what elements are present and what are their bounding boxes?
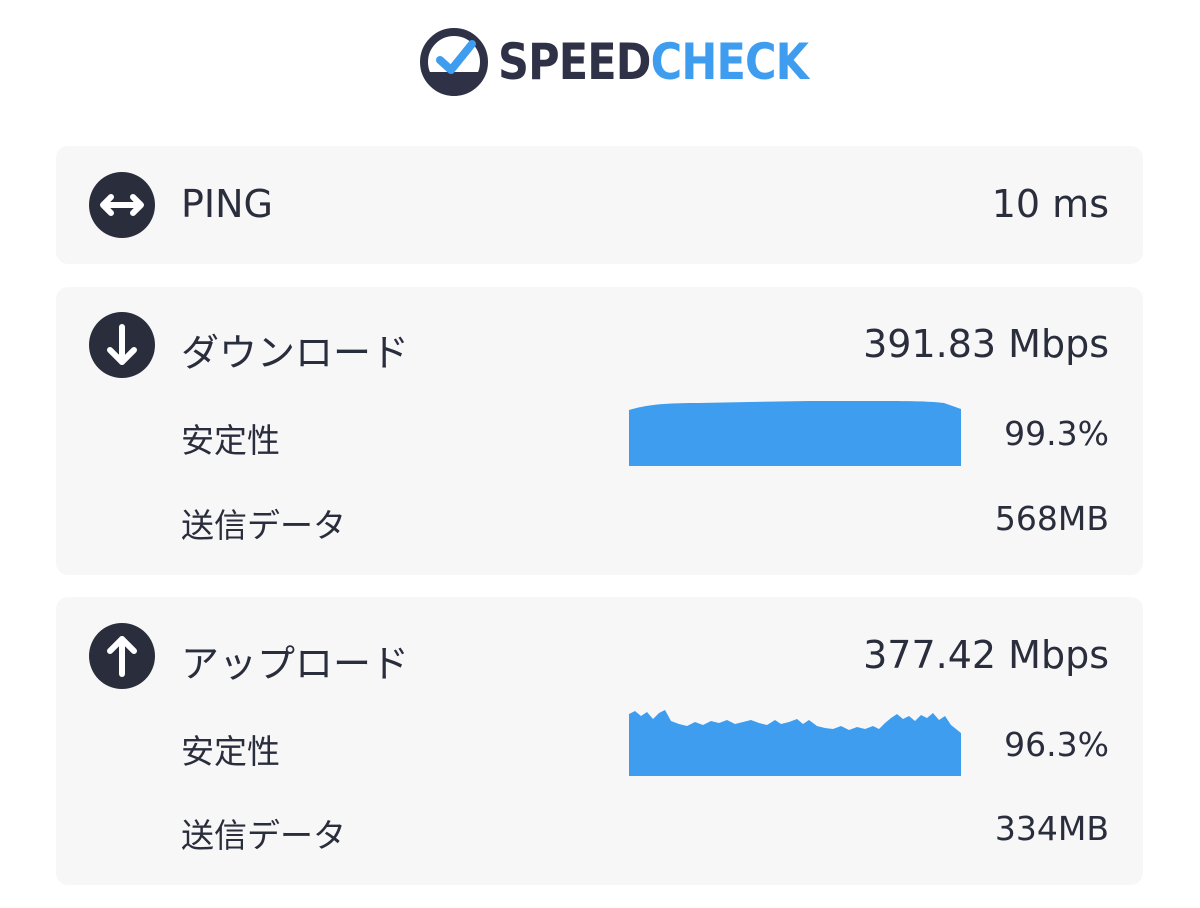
brand-name-check: CHECK (650, 33, 809, 91)
download-stability-value: 99.3% (1004, 414, 1109, 453)
ping-value: 10 ms (991, 182, 1109, 226)
speedcheck-logo-icon (420, 28, 488, 96)
upload-data-value: 334MB (994, 809, 1109, 848)
upload-label: アップロード (181, 642, 410, 686)
download-stability-graph (629, 400, 961, 466)
upload-value: 377.42 Mbps (863, 633, 1109, 677)
download-label: ダウンロード (181, 331, 410, 375)
ping-label: PING (181, 182, 273, 226)
ping-card: PING 10 ms (56, 146, 1143, 264)
upload-card: アップロード 377.42 Mbps 安定性 96.3% 送信データ 334MB (56, 597, 1143, 885)
brand-name: SPEEDCHECK (498, 28, 809, 96)
download-stability-label: 安定性 (181, 421, 280, 460)
arrow-down-icon (89, 312, 155, 378)
download-value: 391.83 Mbps (863, 322, 1109, 366)
upload-stability-graph (629, 710, 961, 776)
upload-stability-value: 96.3% (1004, 725, 1109, 764)
upload-stability-label: 安定性 (181, 732, 280, 771)
upload-data-label: 送信データ (181, 816, 346, 855)
download-data-value: 568MB (994, 499, 1109, 538)
speedcheck-logo: SPEEDCHECK (420, 28, 859, 96)
horizontal-arrows-icon (89, 172, 155, 238)
arrow-up-icon (89, 623, 155, 689)
download-card: ダウンロード 391.83 Mbps 安定性 99.3% 送信データ 568MB (56, 287, 1143, 575)
download-data-label: 送信データ (181, 506, 346, 545)
brand-name-speed: SPEED (498, 33, 651, 91)
